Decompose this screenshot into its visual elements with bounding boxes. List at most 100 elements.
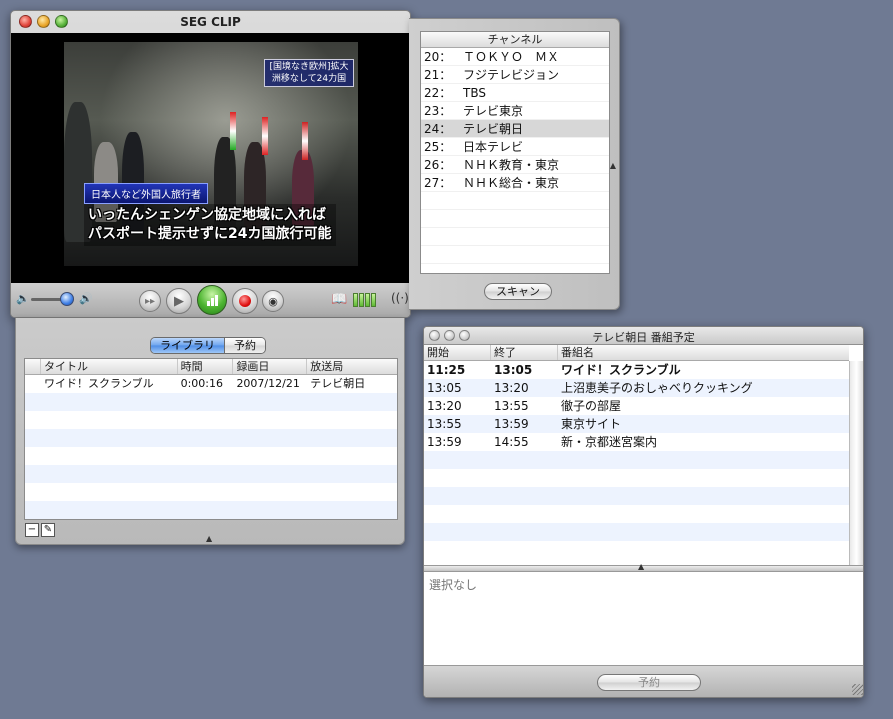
channel-drawer: チャンネル 20： ＴＯＫＹＯ ＭＸ 21： フジテレビジョン 22： TBS 23： テレビ… xyxy=(409,18,620,310)
player-titlebar[interactable]: SEG CLIP xyxy=(11,11,410,33)
schedule-footer: 予約 xyxy=(424,665,863,697)
video-frame[interactable]: [国境なき欧州]拡大 洲移なして24力国 日本人など外国人旅行者 いったんシェン… xyxy=(64,42,358,266)
table-row[interactable]: ワイド！スクランブル 0:00:16 2007/12/21 テレビ朝日 xyxy=(25,375,397,393)
channel-list[interactable]: チャンネル 20： ＴＯＫＹＯ ＭＸ 21： フジテレビジョン 22： TBS 23： テレビ… xyxy=(420,31,610,274)
channel-row[interactable]: 26： ＮＨＫ教育・東京 xyxy=(421,156,609,174)
reserve-button[interactable]: 予約 xyxy=(597,674,701,691)
speaker-high-icon: 🔊 xyxy=(79,292,93,305)
row-spacer xyxy=(25,375,41,393)
channel-list-header: チャンネル xyxy=(421,32,609,48)
cell-name: ワイド！スクランブル xyxy=(561,363,681,377)
table-row-empty xyxy=(424,523,849,541)
column-header-date[interactable]: 録画日 xyxy=(233,359,308,374)
table-row-empty xyxy=(25,465,397,483)
edit-recording-button[interactable]: ✎ xyxy=(41,523,55,537)
cell-title: ワイド！スクランブル xyxy=(43,377,154,390)
snapshot-button[interactable]: ◉ xyxy=(262,290,284,312)
video-caption-top: [国境なき欧州]拡大 洲移なして24力国 xyxy=(264,59,354,87)
window-title: SEG CLIP xyxy=(180,15,241,29)
book-icon[interactable]: 📖 xyxy=(331,292,347,307)
column-header-spacer xyxy=(25,359,41,374)
table-row-empty xyxy=(424,487,849,505)
cell-end: 13:59 xyxy=(494,417,529,431)
schedule-window: テレビ朝日 番組予定 開始 終了 番組名 11:25 13:05 ワイド！スクランブ… xyxy=(423,326,864,698)
schedule-splitter[interactable]: ▲ xyxy=(424,562,863,572)
signal-bar xyxy=(371,293,376,307)
video-scene-shape xyxy=(302,122,308,160)
drawer-resize-grip[interactable]: ▲ xyxy=(206,534,212,543)
fast-forward-icon: ▸▸ xyxy=(144,295,156,307)
cell-name: 徹子の部屋 xyxy=(561,399,622,413)
fast-forward-button[interactable]: ▸▸ xyxy=(139,290,161,312)
splitter-grip-icon: ▲ xyxy=(638,562,645,571)
column-header-station[interactable]: 放送局 xyxy=(307,359,397,374)
tab-reservations[interactable]: 予約 xyxy=(224,338,265,353)
signal-bar xyxy=(365,293,370,307)
table-row-empty xyxy=(25,393,397,411)
live-button[interactable] xyxy=(197,285,227,315)
drawer-resize-grip[interactable]: ▲ xyxy=(610,161,616,170)
table-row[interactable]: 13:20 13:55 徹子の部屋 xyxy=(424,397,849,415)
cell-date: 2007/12/21 xyxy=(236,377,300,390)
channel-name: テレビ朝日 xyxy=(463,122,524,136)
column-header-program[interactable]: 番組名 xyxy=(558,345,848,360)
table-row[interactable]: 11:25 13:05 ワイド！スクランブル xyxy=(424,361,849,379)
antenna-icon: ((·)) xyxy=(391,291,410,305)
channel-name: 日本テレビ xyxy=(463,140,524,154)
channel-row[interactable]: 20： ＴＯＫＹＯ ＭＸ xyxy=(421,48,609,66)
cell-end: 13:55 xyxy=(494,399,529,413)
library-rows: ワイド！スクランブル 0:00:16 2007/12/21 テレビ朝日 xyxy=(25,375,397,519)
table-row-empty xyxy=(424,469,849,487)
channel-name: TBS xyxy=(463,86,486,100)
channel-number: 20： xyxy=(424,50,452,64)
channel-row[interactable]: 25： 日本テレビ xyxy=(421,138,609,156)
signal-bar xyxy=(353,293,358,307)
channel-row[interactable]: 24： テレビ朝日 xyxy=(421,120,609,138)
channel-name: ＴＯＫＹＯ ＭＸ xyxy=(463,50,560,64)
video-caption-line: パスポート提示せずに24カ国旅行可能 xyxy=(88,226,332,242)
channel-row[interactable]: 23： テレビ東京 xyxy=(421,102,609,120)
table-row-empty xyxy=(25,501,397,519)
scan-button[interactable]: スキャン xyxy=(484,283,552,300)
channel-number: 27： xyxy=(424,176,452,190)
channel-row[interactable]: 22： TBS xyxy=(421,84,609,102)
column-header-title[interactable]: タイトル xyxy=(41,359,178,374)
library-table: タイトル 時間 録画日 放送局 ワイド！スクランブル 0:00:16 2007/12… xyxy=(24,358,398,520)
table-row[interactable]: 13:55 13:59 東京サイト xyxy=(424,415,849,433)
channel-row-empty xyxy=(421,192,609,210)
remove-recording-button[interactable]: − xyxy=(25,523,39,537)
cell-end: 13:20 xyxy=(494,381,529,395)
cell-name: 上沼恵美子のおしゃべりクッキング xyxy=(561,381,753,395)
resize-grip-icon[interactable] xyxy=(852,684,863,695)
window-title: テレビ朝日 番組予定 xyxy=(592,331,695,344)
column-header-end[interactable]: 終了 xyxy=(491,345,558,360)
channel-number: 23： xyxy=(424,104,452,118)
table-row-empty xyxy=(25,483,397,501)
library-table-header: タイトル 時間 録画日 放送局 xyxy=(25,359,397,375)
channel-number: 25： xyxy=(424,140,452,154)
table-row[interactable]: 13:05 13:20 上沼恵美子のおしゃべりクッキング xyxy=(424,379,849,397)
record-button[interactable] xyxy=(232,288,258,314)
volume-slider-knob[interactable] xyxy=(59,292,74,306)
library-segmented-control: ライブラリ 予約 xyxy=(150,337,266,354)
cell-name: 新・京都迷宮案内 xyxy=(561,435,658,449)
tab-library[interactable]: ライブラリ xyxy=(151,338,224,353)
playback-controls: 🔈 🔊 ▸▸ ▶ ◉ 📖 ((·)) xyxy=(11,283,410,317)
play-button[interactable]: ▶ xyxy=(166,288,192,314)
table-row-empty xyxy=(424,505,849,523)
schedule-titlebar[interactable]: テレビ朝日 番組予定 xyxy=(424,327,863,345)
camera-icon: ◉ xyxy=(268,294,278,308)
channel-row[interactable]: 21： フジテレビジョン xyxy=(421,66,609,84)
channel-rows: 20： ＴＯＫＹＯ ＭＸ 21： フジテレビジョン 22： TBS 23： テレビ東京 24： テ… xyxy=(421,48,609,264)
channel-number: 21： xyxy=(424,68,452,82)
video-caption-line: いったんシェンゲン協定地域に入れば xyxy=(88,207,326,223)
channel-row[interactable]: 27： ＮＨＫ総合・東京 xyxy=(421,174,609,192)
column-header-start[interactable]: 開始 xyxy=(424,345,491,360)
schedule-scrollbar[interactable] xyxy=(849,361,863,565)
cell-duration: 0:00:16 xyxy=(180,377,223,390)
column-header-duration[interactable]: 時間 xyxy=(178,359,234,374)
cell-start: 11:25 xyxy=(427,363,466,377)
table-row-empty xyxy=(424,541,849,559)
video-area[interactable]: [国境なき欧州]拡大 洲移なして24力国 日本人など外国人旅行者 いったんシェン… xyxy=(11,33,410,283)
table-row[interactable]: 13:59 14:55 新・京都迷宮案内 xyxy=(424,433,849,451)
